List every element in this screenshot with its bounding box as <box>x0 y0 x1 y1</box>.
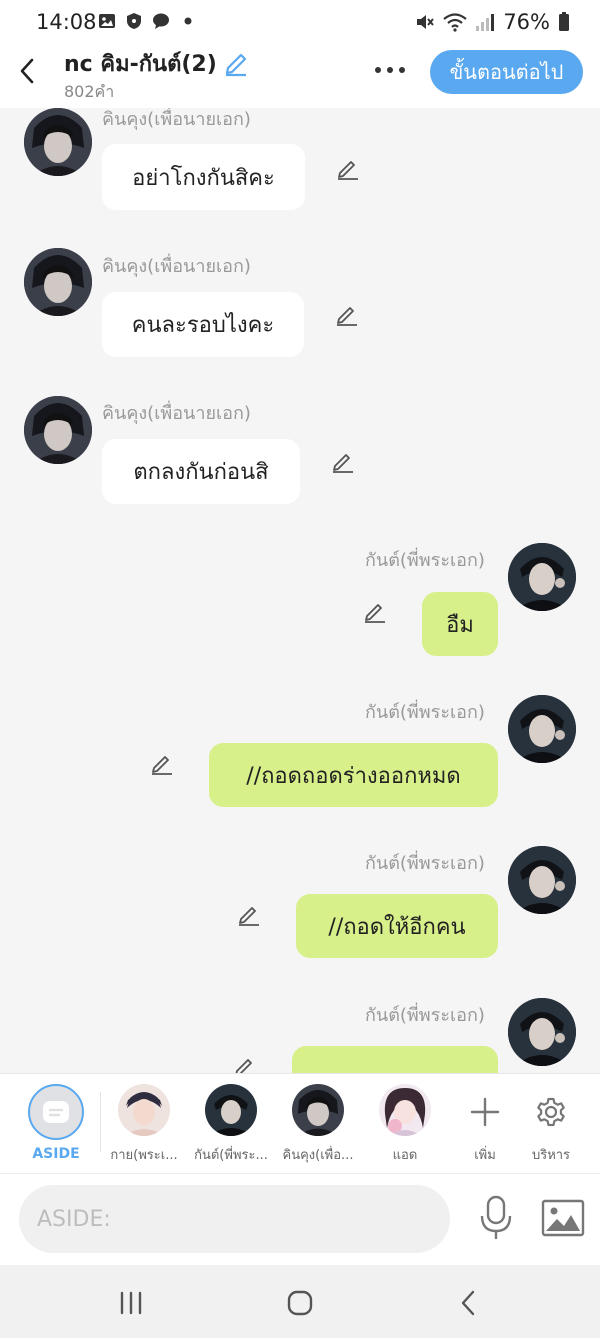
home-icon <box>287 1290 313 1316</box>
microphone-icon <box>480 1195 512 1239</box>
manage-button[interactable]: บริหาร <box>521 1084 581 1164</box>
sender-name: คินคุง(เพื่อนายเอก) <box>102 109 251 130</box>
image-icon <box>541 1199 585 1237</box>
avatar <box>292 1084 344 1136</box>
image-button[interactable] <box>540 1198 586 1238</box>
add-label: เพิ่ม <box>474 1148 496 1163</box>
battery-percent: 76% <box>503 10 550 34</box>
dot-icon <box>179 12 197 30</box>
avatar-kin[interactable] <box>24 248 92 316</box>
sender-name: คินคุง(เพื่อนายเอก) <box>102 403 251 424</box>
aside-button[interactable] <box>28 1084 84 1140</box>
message-bubble[interactable]: //ถอดถอดร่างออกหมด <box>209 743 498 807</box>
character-gai[interactable]: กาย(พระเ... <box>101 1084 187 1170</box>
chevron-left-icon <box>461 1290 475 1316</box>
avatar <box>379 1084 431 1136</box>
word-count: 802คำ <box>64 82 115 101</box>
back-button[interactable] <box>12 54 42 88</box>
more-options-button[interactable] <box>372 58 408 82</box>
shield-icon <box>125 12 143 30</box>
back-nav-button[interactable] <box>448 1287 488 1319</box>
status-bar: 14:08 76% <box>0 0 600 44</box>
character-label: กันต์(พี่พระ... <box>194 1148 268 1163</box>
title-row: nc คิม-กันต์(2) <box>64 46 249 81</box>
battery-icon <box>559 12 569 31</box>
system-nav-bar <box>0 1265 600 1338</box>
edit-message-icon[interactable] <box>149 753 175 777</box>
edit-message-icon[interactable] <box>232 1056 258 1073</box>
avatar-kin[interactable] <box>24 108 92 176</box>
sender-name: คินคุง(เพื่อนายเอก) <box>102 256 251 277</box>
character-kin[interactable]: คินคุง(เพื่อ... <box>275 1084 361 1170</box>
avatar-kan[interactable] <box>508 846 576 914</box>
edit-message-icon[interactable] <box>335 158 361 182</box>
edit-message-icon[interactable] <box>236 904 262 928</box>
sender-name: กันต์(พี่พระเอก) <box>365 853 485 874</box>
plus-icon <box>470 1097 500 1127</box>
chat-title: nc คิม-กันต์(2) <box>64 52 217 77</box>
message-bubble[interactable]: คนละรอบไงคะ <box>102 292 304 357</box>
avatar <box>205 1084 257 1136</box>
edit-title-icon[interactable] <box>223 51 249 77</box>
dot-icon <box>399 67 405 73</box>
avatar-kan[interactable] <box>508 998 576 1066</box>
signal-icon <box>476 14 495 31</box>
message-input[interactable] <box>19 1185 450 1253</box>
recent-apps-icon <box>120 1291 142 1315</box>
add-character-button[interactable]: เพิ่ม <box>455 1084 515 1164</box>
character-kan[interactable]: กันต์(พี่พระ... <box>188 1084 274 1170</box>
character-label: แอด <box>392 1148 418 1163</box>
message-bubble[interactable]: อย่าโกงกันสิคะ <box>102 144 305 210</box>
manage-label: บริหาร <box>531 1148 571 1163</box>
dot-icon <box>387 67 393 73</box>
character-label: กาย(พระเ... <box>110 1148 178 1163</box>
character-label: คินคุง(เพื่อ... <box>282 1148 354 1163</box>
message-bubble[interactable] <box>292 1046 498 1073</box>
gallery-icon <box>98 12 116 30</box>
input-bar <box>0 1173 600 1265</box>
next-step-button[interactable]: ขั้นตอนต่อไป <box>430 50 583 94</box>
wifi-icon <box>443 13 468 32</box>
dot-icon <box>375 67 381 73</box>
sender-name: กันต์(พี่พระเอก) <box>365 702 485 723</box>
chat-header: nc คิม-กันต์(2) 802คำ ขั้นตอนต่อไป <box>0 44 600 108</box>
message-bubble[interactable]: อืม <box>422 592 498 656</box>
character-admin[interactable]: แอด <box>362 1084 448 1170</box>
mute-icon <box>417 15 435 29</box>
message-bubble[interactable]: //ถอดให้อีกคน <box>296 894 498 958</box>
edit-message-icon[interactable] <box>362 601 388 625</box>
sender-name: กันต์(พี่พระเอก) <box>365 550 485 571</box>
chat-bubble-icon <box>152 12 170 30</box>
sender-name: กันต์(พี่พระเอก) <box>365 1005 485 1026</box>
chevron-left-icon <box>20 58 34 84</box>
avatar <box>118 1084 170 1136</box>
aside-label: ASIDE <box>32 1146 80 1162</box>
avatar-kin[interactable] <box>24 396 92 464</box>
recent-apps-button[interactable] <box>111 1287 151 1319</box>
voice-button[interactable] <box>476 1194 516 1242</box>
edit-message-icon[interactable] <box>334 304 360 328</box>
status-time: 14:08 <box>36 10 97 34</box>
character-selector: ASIDE กาย(พระเ... กันต์(พี่พระ... คินคุง… <box>0 1073 600 1173</box>
note-icon <box>43 1101 69 1123</box>
message-bubble[interactable]: ตกลงกันก่อนสิ <box>102 439 300 504</box>
gear-icon <box>537 1097 565 1127</box>
avatar-kan[interactable] <box>508 543 576 611</box>
avatar-kan[interactable] <box>508 695 576 763</box>
chat-area[interactable]: คินคุง(เพื่อนายเอก) อย่าโกงกันสิคะ คินคุ… <box>0 108 600 1073</box>
notification-icons <box>98 12 197 30</box>
edit-message-icon[interactable] <box>330 451 356 475</box>
home-button[interactable] <box>280 1287 320 1319</box>
system-status: 76% <box>415 10 570 34</box>
